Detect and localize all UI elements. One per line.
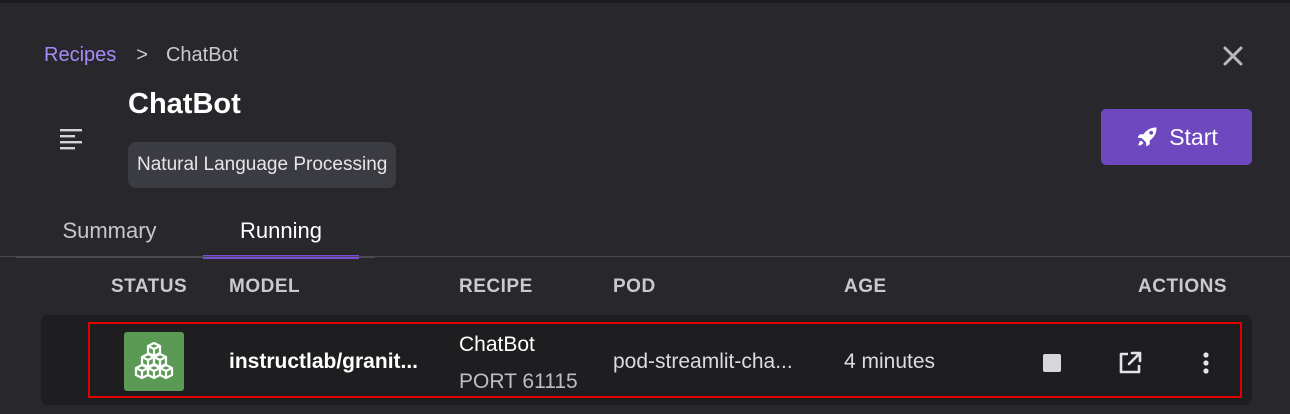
more-actions-button[interactable] [1192, 349, 1220, 377]
breadcrumb-current: ChatBot [165, 44, 239, 66]
tab-running-label: Running [240, 218, 322, 243]
stop-button[interactable] [1040, 351, 1064, 375]
pod-name[interactable]: pod-streamlit-cha... [613, 350, 793, 374]
column-header-model: MODEL [229, 276, 301, 297]
page-title: ChatBot [128, 88, 241, 120]
column-header-status: STATUS [111, 276, 188, 297]
start-button-label: Start [1169, 123, 1218, 150]
model-name[interactable]: instructlab/granit... [229, 350, 418, 374]
stop-icon [1043, 354, 1061, 372]
breadcrumb-recipes-link[interactable]: Recipes [44, 44, 116, 67]
age-value: 4 minutes [844, 350, 936, 373]
kebab-icon [1203, 352, 1209, 374]
cubes-icon [134, 341, 174, 379]
tab-summary[interactable]: Summary [16, 205, 203, 257]
menu-icon [58, 126, 84, 150]
header-divider [0, 256, 1290, 257]
column-header-actions: ACTIONS [1138, 276, 1227, 297]
close-button[interactable] [1219, 42, 1247, 70]
open-app-button[interactable] [1116, 349, 1144, 377]
recipe-port: PORT 61115 [459, 370, 578, 393]
category-tag: Natural Language Processing [128, 142, 397, 188]
breadcrumb-separator: > [136, 44, 148, 66]
column-header-pod: POD [613, 276, 656, 297]
external-link-icon [1119, 351, 1142, 374]
window-top-border [0, 0, 1290, 3]
tab-running[interactable]: Running [203, 205, 359, 259]
close-icon [1223, 46, 1243, 66]
breadcrumb: Recipes > ChatBot [44, 44, 238, 67]
rocket-icon [1137, 127, 1157, 147]
column-header-recipe: RECIPE [459, 276, 533, 297]
tab-bar: Summary Running [16, 205, 375, 259]
start-button[interactable]: Start [1101, 109, 1252, 165]
column-header-age: AGE [844, 276, 887, 297]
status-badge [124, 332, 184, 391]
recipe-name: ChatBot [459, 333, 535, 356]
